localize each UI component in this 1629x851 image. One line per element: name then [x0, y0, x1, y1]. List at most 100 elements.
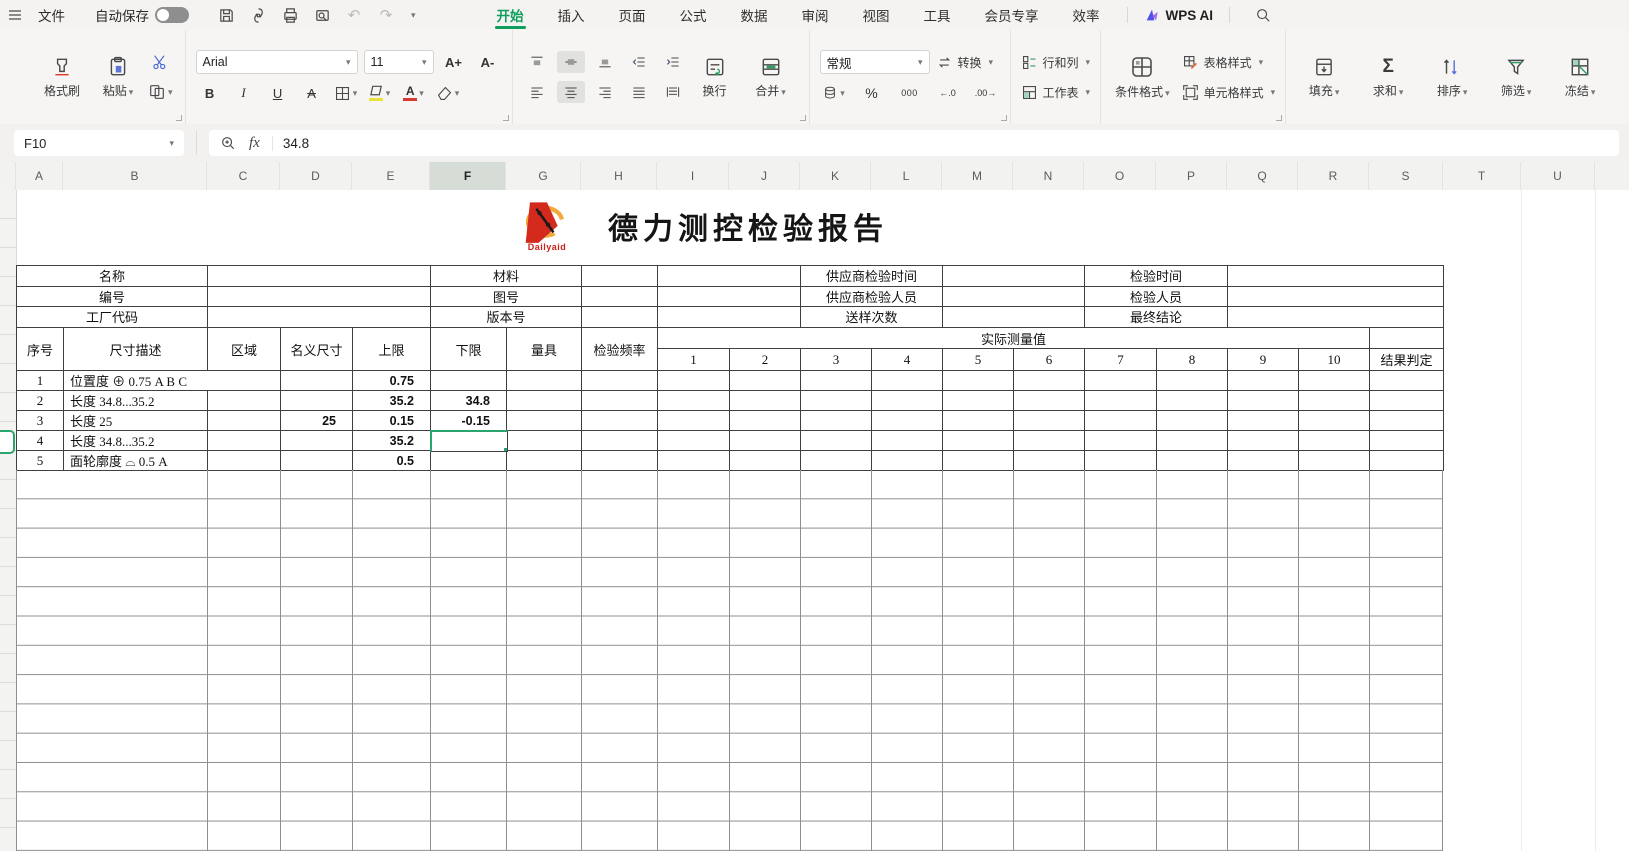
decrease-decimal-icon[interactable]: .00→ [972, 82, 1000, 104]
cell[interactable] [1228, 307, 1444, 328]
tab-membership[interactable]: 会员专享 [968, 0, 1056, 30]
header-desc[interactable]: 尺寸描述 [64, 328, 208, 371]
cell-desc[interactable]: 长度 34.8...35.2 [64, 431, 208, 451]
cell[interactable] [1157, 411, 1228, 431]
header-upper[interactable]: 上限 [353, 328, 431, 371]
cell-style-button[interactable]: 单元格样式▾ [1182, 81, 1276, 103]
distributed-icon[interactable] [659, 81, 687, 103]
quickbar-more-icon[interactable]: ▾ [411, 10, 416, 21]
cell[interactable] [507, 451, 582, 471]
export-icon[interactable] [249, 6, 267, 24]
cell[interactable] [208, 451, 281, 471]
cell[interactable] [872, 371, 943, 391]
cell-upper[interactable]: 0.15 [353, 411, 431, 431]
cell[interactable] [208, 411, 281, 431]
main-menu-icon[interactable] [6, 6, 24, 24]
cell[interactable] [801, 391, 872, 411]
cell[interactable] [582, 431, 658, 451]
highlight-color-button[interactable]: ▾ [366, 82, 394, 104]
table-style-button[interactable]: 表格样式▾ [1182, 51, 1276, 73]
cell[interactable] [801, 371, 872, 391]
cell[interactable] [872, 391, 943, 411]
measure-col[interactable]: 6 [1014, 349, 1085, 371]
decrease-indent-icon[interactable] [625, 51, 653, 73]
search-icon[interactable] [1254, 6, 1272, 24]
cell[interactable] [1014, 451, 1085, 471]
tab-efficiency[interactable]: 效率 [1056, 0, 1117, 30]
cell[interactable] [208, 307, 431, 328]
filter-button[interactable]: 筛选▾ [1488, 54, 1544, 101]
sort-button[interactable]: 排序▾ [1424, 54, 1480, 101]
rows-columns-button[interactable]: 行和列▾ [1021, 51, 1091, 73]
info-label[interactable]: 名称 [17, 266, 208, 287]
autosave-toggle[interactable] [155, 7, 189, 23]
cell-desc[interactable]: 面轮廓度 ⌓ 0.5 A [64, 451, 208, 471]
align-center-icon[interactable] [557, 81, 585, 103]
print-preview-icon[interactable] [313, 6, 331, 24]
comma-style-icon[interactable]: 000 [896, 82, 924, 104]
cell[interactable] [730, 371, 801, 391]
strikethrough-button[interactable]: A [298, 82, 326, 104]
measure-col[interactable]: 5 [943, 349, 1014, 371]
cell-desc[interactable]: 位置度 ⊕ 0.75 A B C [64, 371, 281, 391]
cell[interactable] [801, 431, 872, 451]
cell-upper[interactable]: 35.2 [353, 391, 431, 411]
cell[interactable] [507, 391, 582, 411]
measure-col[interactable]: 7 [1085, 349, 1157, 371]
convert-button[interactable]: 转换▾ [936, 51, 994, 73]
tab-page[interactable]: 页面 [602, 0, 663, 30]
cell[interactable] [658, 431, 730, 451]
cell[interactable] [431, 451, 507, 471]
percent-style-button[interactable]: % [858, 82, 886, 104]
cell[interactable] [943, 287, 1085, 308]
info-label[interactable]: 送样次数 [801, 307, 943, 328]
cell[interactable] [801, 411, 872, 431]
cell-upper[interactable]: 0.5 [353, 451, 431, 471]
cell[interactable] [658, 411, 730, 431]
sheet-area[interactable]: Dailyaid 德力测控检验报告 名称 材料 供应商检验时间 检验时间 编号 … [0, 190, 1629, 851]
cell[interactable] [730, 411, 801, 431]
measure-col[interactable]: 8 [1157, 349, 1228, 371]
align-middle-icon[interactable] [557, 51, 585, 73]
cell[interactable] [1228, 266, 1444, 287]
header-measured-values[interactable]: 实际测量值 [658, 328, 1370, 349]
col-R[interactable]: R [1298, 162, 1369, 190]
zoom-formula-icon[interactable] [219, 134, 237, 152]
align-top-icon[interactable] [523, 51, 551, 73]
col-P[interactable]: P [1156, 162, 1227, 190]
col-C[interactable]: C [207, 162, 280, 190]
cell-desc[interactable]: 长度 34.8...35.2 [64, 391, 208, 411]
cell[interactable] [943, 391, 1014, 411]
col-E[interactable]: E [352, 162, 430, 190]
italic-button[interactable]: I [230, 82, 258, 104]
tab-home[interactable]: 开始 [480, 0, 541, 30]
cell[interactable] [730, 431, 801, 451]
header-seq[interactable]: 序号 [17, 328, 64, 371]
cell[interactable] [1014, 411, 1085, 431]
measure-col[interactable]: 1 [658, 349, 730, 371]
merge-cells-button[interactable]: 合并▾ [743, 54, 799, 101]
cut-icon[interactable] [146, 51, 175, 73]
col-L[interactable]: L [871, 162, 942, 190]
cell[interactable] [208, 431, 281, 451]
info-label[interactable]: 编号 [17, 287, 208, 308]
worksheet-button[interactable]: 工作表▾ [1021, 81, 1091, 103]
info-label[interactable]: 供应商检验人员 [801, 287, 943, 308]
info-label[interactable]: 图号 [431, 287, 582, 308]
cell[interactable] [1228, 391, 1299, 411]
borders-button[interactable]: ▾ [332, 82, 360, 104]
tab-view[interactable]: 视图 [846, 0, 907, 30]
measure-col[interactable]: 4 [872, 349, 943, 371]
increase-decimal-icon[interactable]: ←.0 [934, 82, 962, 104]
justify-icon[interactable] [625, 81, 653, 103]
cell[interactable] [1370, 328, 1444, 349]
cell-upper[interactable]: 35.2 [353, 431, 431, 451]
cell[interactable] [1157, 371, 1228, 391]
cell-upper[interactable]: 0.75 [353, 371, 431, 391]
cell[interactable] [431, 371, 507, 391]
freeze-panes-button[interactable]: 冻结▾ [1552, 54, 1608, 101]
fill-button[interactable]: 填充▾ [1296, 54, 1352, 101]
cell[interactable] [208, 287, 431, 308]
cell[interactable] [658, 287, 801, 308]
cell[interactable] [582, 307, 658, 328]
